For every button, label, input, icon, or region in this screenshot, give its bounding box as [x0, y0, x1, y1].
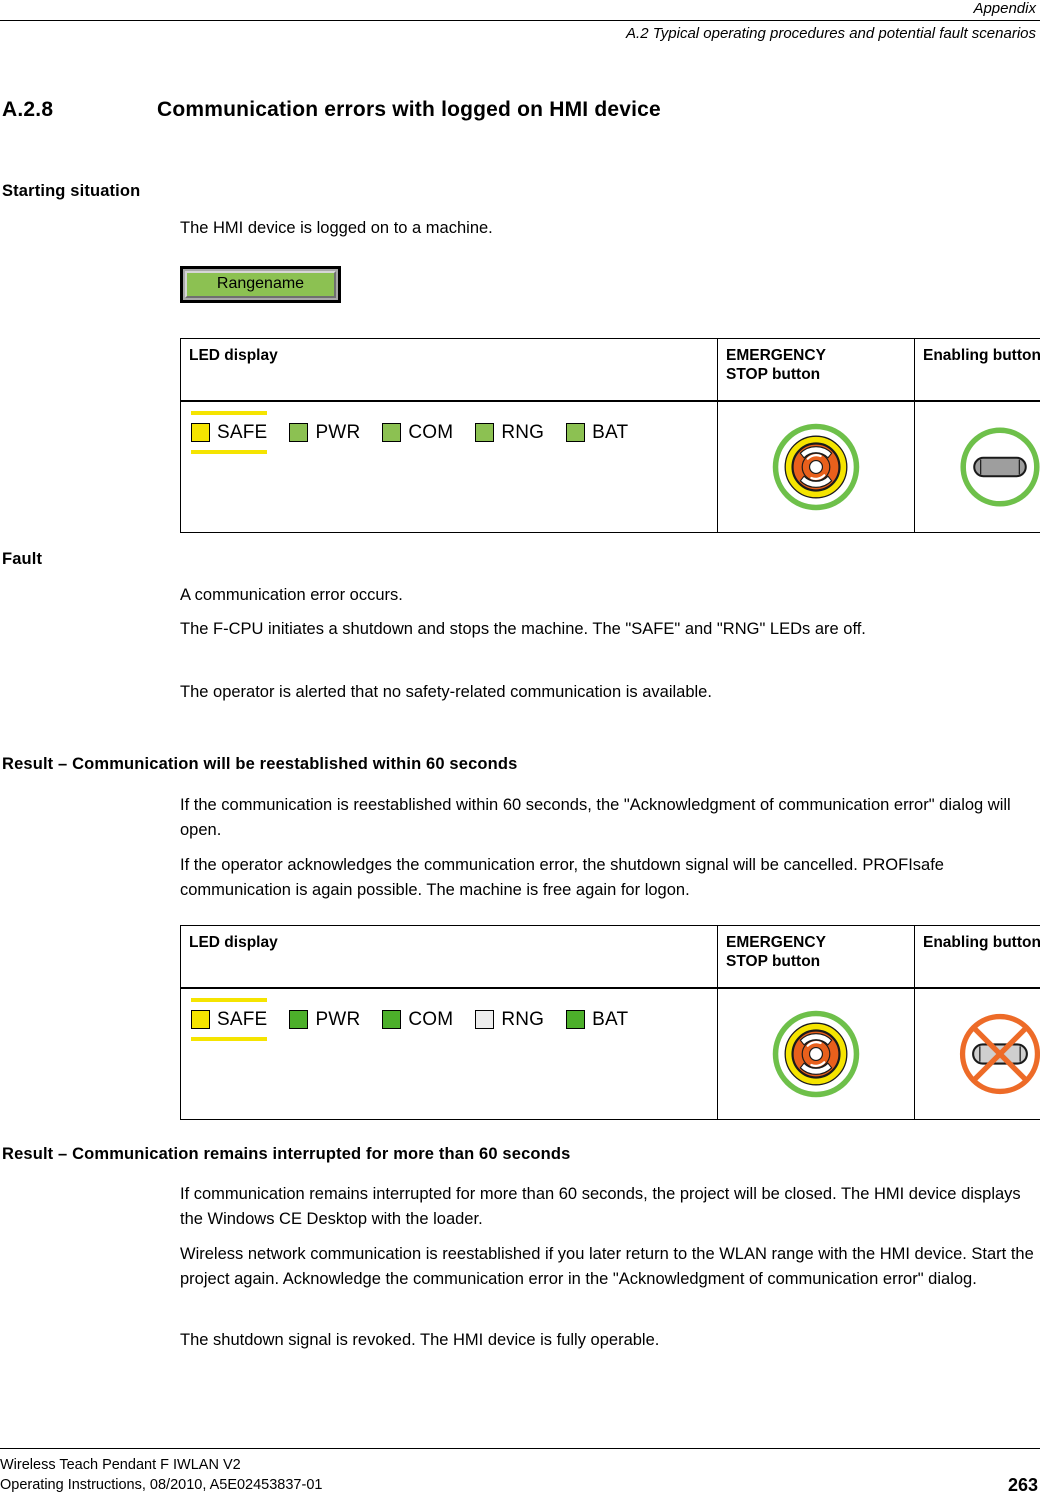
led-label: SAFE	[217, 1009, 268, 1030]
led-display-cell: SAFE PWR COM RNG BAT	[180, 400, 718, 533]
fault-paragraph-2: The F-CPU initiates a shutdown and stops…	[180, 620, 866, 638]
led-indicator-com: COM	[382, 1009, 453, 1030]
emergency-stop-header-line2: STOP button	[726, 953, 821, 970]
led-bat-icon	[566, 423, 586, 442]
footer-line-1: Wireless Teach Pendant F IWLAN V2	[0, 1457, 241, 1473]
led-display-cell: SAFE PWR COM RNG BAT	[180, 987, 718, 1120]
led-label: COM	[408, 422, 454, 443]
led-label: RNG	[501, 1009, 545, 1030]
led-indicator-com: COM	[382, 422, 453, 443]
enabling-button-graphic-wrap	[915, 412, 1040, 522]
table-header-row: LED display EMERGENCY STOP button Enabli…	[180, 925, 1040, 989]
led-indicator-bat: BAT	[566, 422, 628, 443]
enabling-button-cell	[914, 400, 1040, 533]
led-safe-icon	[191, 423, 210, 442]
result-interrupted-heading: Result – Communication remains interrupt…	[2, 1145, 571, 1163]
column-header-enabling-button: Enabling button	[914, 925, 1040, 989]
column-header-emergency-stop: EMERGENCY STOP button	[717, 338, 915, 402]
led-indicator-rng: RNG	[475, 1009, 544, 1030]
column-header-enabling-button: Enabling button	[914, 338, 1040, 402]
led-indicator-bat: BAT	[566, 1009, 628, 1030]
fault-paragraph-3: The operator is alerted that no safety-r…	[180, 683, 712, 701]
table-header-row: LED display EMERGENCY STOP button Enabli…	[180, 338, 1040, 402]
led-pwr-icon	[289, 1010, 309, 1029]
page-header: Appendix A.2 Typical operating procedure…	[0, 0, 1040, 43]
led-indicator-row: SAFE PWR COM RNG BAT	[191, 411, 717, 454]
section-title: Communication errors with logged on HMI …	[157, 98, 661, 121]
led-rng-icon	[475, 423, 495, 442]
emergency-stop-graphic-wrap	[718, 999, 914, 1109]
footer-row: Wireless Teach Pendant F IWLAN V2 Operat…	[0, 1455, 1040, 1495]
led-pwr-icon	[289, 423, 309, 442]
rangename-button-frame: Rangename	[180, 266, 341, 303]
document-page: Appendix A.2 Typical operating procedure…	[0, 0, 1040, 1509]
emergency-stop-cell	[717, 987, 915, 1120]
column-header-led-display: LED display	[180, 338, 718, 402]
table-row: SAFE PWR COM RNG BAT	[180, 400, 1040, 533]
result-interrupted-paragraph-2: Wireless network communication is reesta…	[180, 1245, 1034, 1288]
led-indicator-pwr: PWR	[289, 422, 360, 443]
led-label: RNG	[501, 422, 545, 443]
led-bat-icon	[566, 1010, 586, 1029]
emergency-stop-header-line1: EMERGENCY	[726, 347, 826, 364]
led-com-icon	[382, 423, 402, 442]
emergency-stop-cell	[717, 400, 915, 533]
enabling-button-disabled-graphic-wrap	[915, 999, 1040, 1109]
led-label: BAT	[592, 422, 629, 443]
emergency-stop-button-icon	[772, 1010, 860, 1098]
header-section-label: A.2 Typical operating procedures and pot…	[626, 25, 1036, 42]
rangename-button-label: Rangename	[185, 271, 336, 298]
led-label: PWR	[315, 1009, 361, 1030]
emergency-stop-button-icon	[772, 423, 860, 511]
page-footer: Wireless Teach Pendant F IWLAN V2 Operat…	[0, 1448, 1040, 1495]
footer-document-info: Wireless Teach Pendant F IWLAN V2 Operat…	[0, 1455, 322, 1495]
device-state-table-initial: LED display EMERGENCY STOP button Enabli…	[180, 338, 1040, 533]
result-reestablished-paragraph-2: If the operator acknowledges the communi…	[180, 856, 944, 899]
result-reestablished-heading: Result – Communication will be reestabli…	[2, 755, 518, 773]
rangename-button[interactable]: Rangename	[180, 266, 341, 303]
section-number: A.2.8	[2, 98, 54, 121]
starting-situation-heading: Starting situation	[2, 182, 141, 200]
column-header-led-display: LED display	[180, 925, 718, 989]
led-indicator-rng: RNG	[475, 422, 544, 443]
led-com-icon	[382, 1010, 402, 1029]
led-safe-icon	[191, 1010, 210, 1029]
emergency-stop-header-line2: STOP button	[726, 366, 821, 383]
header-appendix-label: Appendix	[973, 0, 1036, 17]
led-rng-icon	[475, 1010, 495, 1029]
section-heading: A.2.8 Communication errors with logged o…	[2, 98, 1032, 122]
device-state-table-after-fault: LED display EMERGENCY STOP button Enabli…	[180, 925, 1040, 1120]
column-header-emergency-stop: EMERGENCY STOP button	[717, 925, 915, 989]
enabling-button-disabled-icon	[959, 1013, 1040, 1095]
led-indicator-row: SAFE PWR COM RNG BAT	[191, 998, 717, 1041]
led-indicator-safe: SAFE	[191, 411, 268, 454]
led-label: SAFE	[217, 422, 268, 443]
result-reestablished-paragraph-1: If the communication is reestablished wi…	[180, 796, 1011, 839]
enabling-button-icon	[959, 427, 1040, 507]
emergency-stop-header-line1: EMERGENCY	[726, 934, 826, 951]
page-number: 263	[1007, 1475, 1038, 1495]
led-label: COM	[408, 1009, 454, 1030]
led-indicator-pwr: PWR	[289, 1009, 360, 1030]
result-interrupted-paragraph-1: If communication remains interrupted for…	[180, 1185, 1021, 1228]
fault-heading: Fault	[2, 550, 43, 568]
footer-divider	[0, 1448, 1040, 1449]
emergency-stop-graphic-wrap	[718, 412, 914, 522]
starting-situation-paragraph: The HMI device is logged on to a machine…	[180, 219, 493, 237]
led-indicator-safe: SAFE	[191, 998, 268, 1041]
result-interrupted-paragraph-3: The shutdown signal is revoked. The HMI …	[180, 1331, 660, 1349]
fault-paragraph-1: A communication error occurs.	[180, 586, 403, 604]
led-label: BAT	[592, 1009, 629, 1030]
led-label: PWR	[315, 422, 361, 443]
table-row: SAFE PWR COM RNG BAT	[180, 987, 1040, 1120]
footer-line-2: Operating Instructions, 08/2010, A5E0245…	[0, 1477, 323, 1493]
enabling-button-cell	[914, 987, 1040, 1120]
